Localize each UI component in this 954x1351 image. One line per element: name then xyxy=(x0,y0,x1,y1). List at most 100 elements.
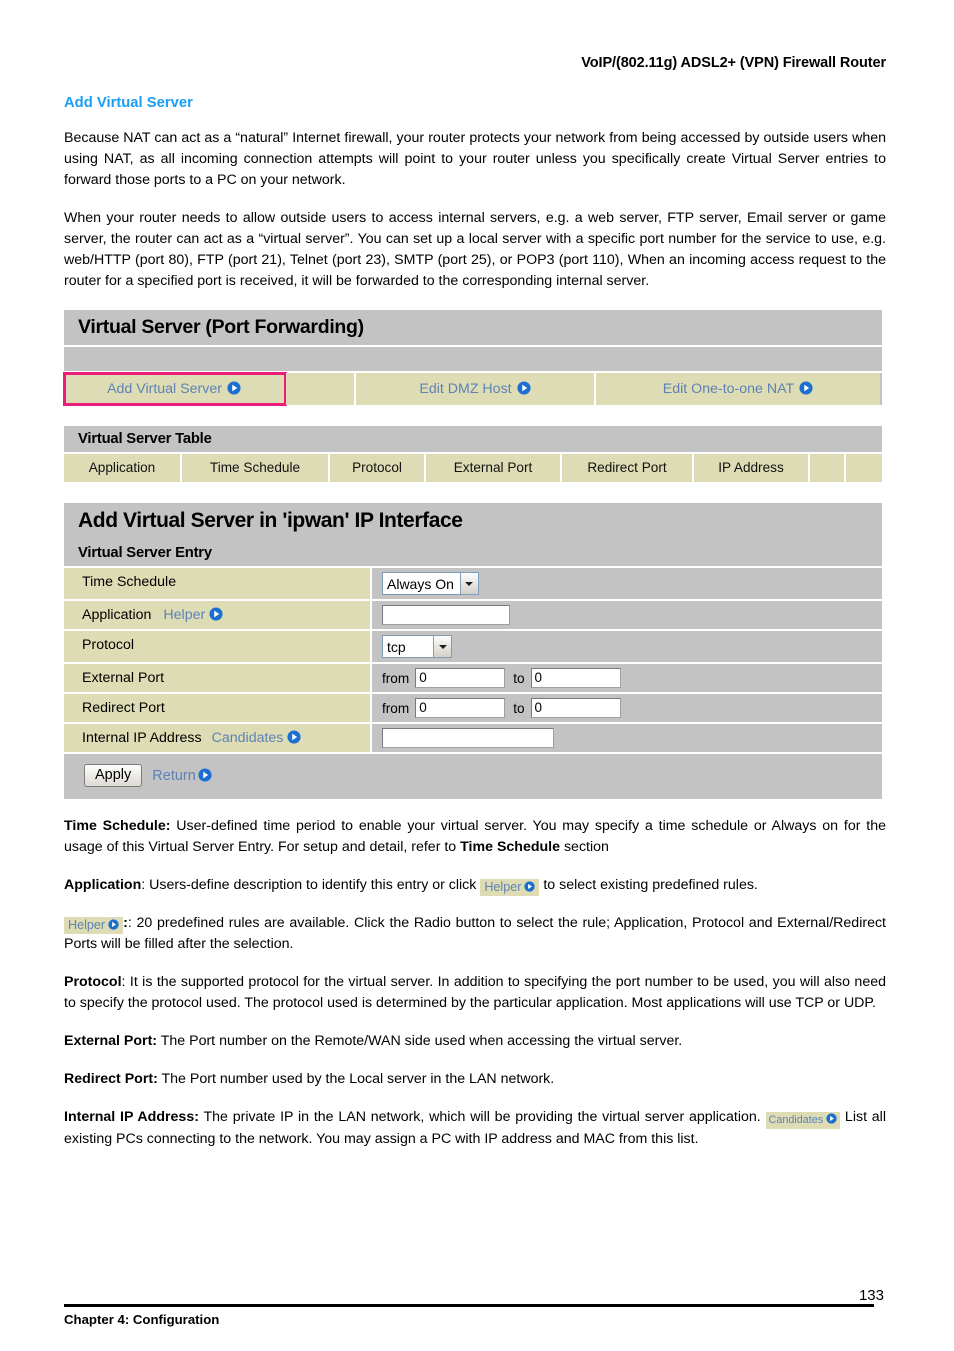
field-internal-ip-address xyxy=(372,724,882,752)
term-protocol: Protocol xyxy=(64,974,122,990)
label-internal-ip-address: Internal IP Address Candidates xyxy=(64,724,372,752)
helper-chip-label: Helper xyxy=(484,880,522,894)
column-header-ip-address: IP Address xyxy=(694,454,810,482)
description-application-text-1: : Users-define description to identify t… xyxy=(141,877,481,893)
helper-chip-inline-2[interactable]: Helper xyxy=(64,917,124,934)
arrow-right-circle-icon xyxy=(826,1113,837,1124)
description-time-schedule-text-2: section xyxy=(560,839,609,855)
internal-ip-address-input[interactable] xyxy=(382,728,554,748)
external-port-to-label: to xyxy=(513,670,525,686)
description-redirect-port: Redirect Port: The Port number used by t… xyxy=(64,1069,886,1090)
external-port-from-input[interactable]: 0 xyxy=(415,668,506,688)
page-title: Add Virtual Server xyxy=(64,95,193,111)
column-header-application: Application xyxy=(64,454,182,482)
arrow-right-circle-icon xyxy=(524,881,536,892)
chevron-down-icon xyxy=(459,573,478,594)
router-ui-screenshot: Virtual Server (Port Forwarding) Add Vir… xyxy=(63,310,882,799)
term-external-port: External Port: xyxy=(64,1033,158,1049)
field-time-schedule: Always On xyxy=(372,568,882,599)
label-redirect-port: Redirect Port xyxy=(64,694,372,722)
link-add-virtual-server[interactable]: Add Virtual Server xyxy=(63,372,287,406)
column-header-external-port: External Port xyxy=(426,454,562,482)
document-page: VoIP/(802.11g) ADSL2+ (VPN) Firewall Rou… xyxy=(0,0,954,1351)
link-edit-dmz-host-label: Edit DMZ Host xyxy=(419,381,512,397)
arrow-right-circle-icon xyxy=(209,607,223,621)
return-link[interactable]: Return xyxy=(152,768,212,784)
link-bar-spacer xyxy=(286,373,356,405)
description-time-schedule: Time Schedule: User-defined time period … xyxy=(64,816,886,858)
column-header-protocol: Protocol xyxy=(330,454,426,482)
helper-link-label: Helper xyxy=(163,607,206,623)
virtual-server-table-block: Virtual Server Table Application Time Sc… xyxy=(64,426,882,482)
description-protocol-text: : It is the supported protocol for the v… xyxy=(64,974,886,1011)
column-header-time-schedule: Time Schedule xyxy=(182,454,330,482)
arrow-right-circle-icon xyxy=(108,919,119,930)
link-add-virtual-server-label: Add Virtual Server xyxy=(107,381,222,397)
panel-link-bar: Add Virtual Server Edit DMZ Host Edit On… xyxy=(63,371,882,406)
protocol-selected-value: tcp xyxy=(387,639,406,655)
helper-chip-inline[interactable]: Helper xyxy=(480,879,540,896)
term-internal-ip-address: Internal IP Address: xyxy=(64,1109,199,1125)
field-external-port: from 0 to 0 xyxy=(372,664,882,692)
panel-spacer-strip xyxy=(64,345,882,371)
field-redirect-port: from 0 to 0 xyxy=(372,694,882,722)
external-port-to-input[interactable]: 0 xyxy=(530,668,621,688)
virtual-server-table-title: Virtual Server Table xyxy=(64,426,882,452)
description-external-port: External Port: The Port number on the Re… xyxy=(64,1031,886,1052)
return-link-label: Return xyxy=(152,767,196,784)
label-external-port-text: External Port xyxy=(82,670,165,686)
form-subtitle: Virtual Server Entry xyxy=(64,540,882,566)
column-header-redirect-port: Redirect Port xyxy=(562,454,694,482)
redirect-port-from-input[interactable]: 0 xyxy=(415,698,506,718)
form-row-protocol: Protocol tcp xyxy=(64,629,882,662)
term-application: Application xyxy=(64,877,142,893)
protocol-select[interactable]: tcp xyxy=(382,635,452,658)
apply-button[interactable]: Apply xyxy=(84,764,143,787)
panel-title: Virtual Server (Port Forwarding) xyxy=(64,310,882,345)
application-input[interactable] xyxy=(382,605,510,625)
helper-link[interactable]: Helper xyxy=(163,607,223,623)
page-number: 133 xyxy=(858,1287,884,1304)
time-schedule-select[interactable]: Always On xyxy=(382,572,479,595)
form-row-external-port: External Port from 0 to 0 xyxy=(64,662,882,692)
term-time-schedule: Time Schedule: xyxy=(64,818,171,834)
label-protocol-text: Protocol xyxy=(82,637,135,653)
description-application-text-2: to select existing predefined rules. xyxy=(539,877,758,893)
description-redirect-port-text: The Port number used by the Local server… xyxy=(157,1071,555,1087)
running-header: VoIP/(802.11g) ADSL2+ (VPN) Firewall Rou… xyxy=(581,55,886,71)
term-redirect-port: Redirect Port: xyxy=(64,1071,158,1087)
intro-paragraph-2: When your router needs to allow outside … xyxy=(64,210,886,289)
arrow-right-circle-icon xyxy=(799,381,813,395)
label-application-text: Application xyxy=(82,607,152,623)
arrow-right-circle-icon xyxy=(517,381,531,395)
footer-chapter-label: Chapter 4: Configuration xyxy=(64,1312,220,1327)
label-internal-ip-address-text: Internal IP Address xyxy=(82,730,202,746)
intro-paragraph-1: Because NAT can act as a “natural” Inter… xyxy=(64,130,886,188)
form-row-time-schedule: Time Schedule Always On xyxy=(64,566,882,599)
description-protocol: Protocol: It is the supported protocol f… xyxy=(64,972,886,1014)
time-schedule-selected-value: Always On xyxy=(387,576,454,592)
label-protocol: Protocol xyxy=(64,631,372,662)
helper-chip-2-label: Helper xyxy=(68,918,106,932)
link-edit-one-to-one-nat-label: Edit One-to-one NAT xyxy=(662,381,795,397)
column-header-edit xyxy=(810,454,846,482)
label-time-schedule: Time Schedule xyxy=(64,568,372,599)
redirect-port-to-input[interactable]: 0 xyxy=(530,698,621,718)
field-application xyxy=(372,601,882,629)
link-edit-dmz-host[interactable]: Edit DMZ Host xyxy=(356,373,596,405)
description-helper-text: : 20 predefined rules are available. Cli… xyxy=(64,915,886,952)
page-footer: 133 Chapter 4: Configuration xyxy=(64,1287,886,1327)
candidates-chip-inline[interactable]: Candidates xyxy=(765,1112,841,1129)
column-header-delete xyxy=(846,454,882,482)
description-external-port-text: The Port number on the Remote/WAN side u… xyxy=(157,1033,683,1049)
add-virtual-server-form-block: Add Virtual Server in 'ipwan' IP Interfa… xyxy=(64,503,882,799)
candidates-link[interactable]: Candidates xyxy=(212,730,302,746)
field-protocol: tcp xyxy=(372,631,882,662)
label-application: Application Helper xyxy=(64,601,372,629)
label-redirect-port-text: Redirect Port xyxy=(82,700,165,716)
link-edit-one-to-one-nat[interactable]: Edit One-to-one NAT xyxy=(596,373,880,405)
page-content: VoIP/(802.11g) ADSL2+ (VPN) Firewall Rou… xyxy=(63,0,886,1150)
external-port-from-label: from xyxy=(382,670,410,686)
label-time-schedule-text: Time Schedule xyxy=(82,574,177,590)
form-row-internal-ip-address: Internal IP Address Candidates xyxy=(64,722,882,752)
